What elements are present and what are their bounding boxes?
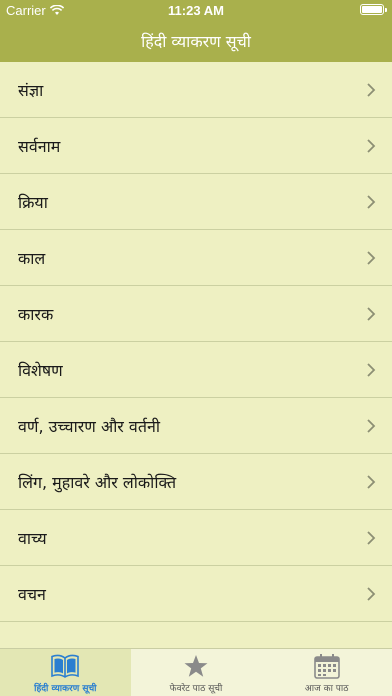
tab-label: फेवरेट पाठ सूची <box>169 684 223 694</box>
list-item[interactable]: कारक <box>0 286 392 342</box>
list-item-label: कारक <box>18 304 54 324</box>
chevron-right-icon <box>367 362 376 377</box>
list-item-label: लिंग, मुहावरे और लोकोक्ति <box>18 472 177 492</box>
list-item-label: सर्वनाम <box>18 136 61 156</box>
tab-favorites[interactable]: फेवरेट पाठ सूची <box>131 649 262 696</box>
chevron-right-icon <box>367 474 376 489</box>
chevron-right-icon <box>367 418 376 433</box>
list-item[interactable]: वाच्य <box>0 510 392 566</box>
clock: 11:23 AM <box>168 3 224 18</box>
tab-label: आज का पाठ <box>304 684 349 694</box>
list-item-label: संज्ञा <box>18 80 44 100</box>
tab-todays-lesson[interactable]: आज का पाठ <box>261 649 392 696</box>
calendar-icon <box>313 654 340 679</box>
list-item[interactable]: काल <box>0 230 392 286</box>
book-icon <box>51 654 80 678</box>
status-bar: Carrier 11:23 AM <box>0 0 392 20</box>
list-item[interactable]: संज्ञा <box>0 62 392 118</box>
list-item[interactable]: लिंग, मुहावरे और लोकोक्ति <box>0 454 392 510</box>
tab-bar: हिंदी व्याकरण सूची फेवरेट पाठ सूची आज का… <box>0 648 392 696</box>
nav-bar: हिंदी व्याकरण सूची <box>0 20 392 62</box>
list-item-label: वर्ण, उच्चारण और वर्तनी <box>18 416 160 436</box>
page-title: हिंदी व्याकरण सूची <box>141 32 251 51</box>
chevron-right-icon <box>367 530 376 545</box>
list-item-label: क्रिया <box>18 192 48 212</box>
list-item[interactable]: क्रिया <box>0 174 392 230</box>
chevron-right-icon <box>367 306 376 321</box>
chevron-right-icon <box>367 250 376 265</box>
chevron-right-icon <box>367 194 376 209</box>
list-item-label: वचन <box>18 584 46 604</box>
chevron-right-icon <box>367 82 376 97</box>
list-item[interactable]: विशेषण <box>0 342 392 398</box>
list-item[interactable]: वर्ण, उच्चारण और वर्तनी <box>0 398 392 454</box>
list-item[interactable] <box>0 622 392 648</box>
list-item-label: काल <box>18 248 46 268</box>
star-icon <box>184 655 208 677</box>
battery-icon <box>360 4 387 15</box>
chevron-right-icon <box>367 138 376 153</box>
tab-label: हिंदी व्याकरण सूची <box>34 684 97 694</box>
list-item-label: विशेषण <box>18 360 63 380</box>
topic-list: संज्ञा सर्वनाम क्रिया काल कारक विशेषण वर… <box>0 62 392 648</box>
chevron-right-icon <box>367 586 376 601</box>
list-item-label: वाच्य <box>18 528 47 548</box>
list-item[interactable]: सर्वनाम <box>0 118 392 174</box>
tab-grammar-list[interactable]: हिंदी व्याकरण सूची <box>0 649 131 696</box>
list-item[interactable]: वचन <box>0 566 392 622</box>
